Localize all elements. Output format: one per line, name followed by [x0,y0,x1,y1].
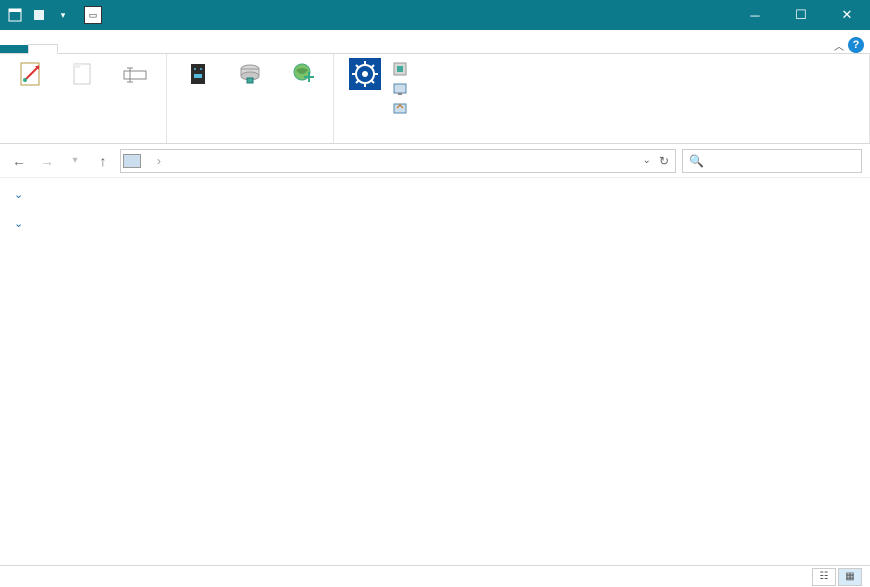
search-icon: 🔍 [689,154,704,168]
chevron-down-icon: ⌄ [14,188,23,201]
view-icons-button[interactable]: ▦ [838,568,862,586]
view-details-button[interactable]: ☷ [812,568,836,586]
uninstall-button[interactable] [392,60,412,78]
media-icon [182,58,214,90]
address-bar[interactable]: › ⌄ ↻ [120,149,676,173]
qat-dropdown-icon[interactable]: ▾ [52,4,74,26]
add-location-button[interactable] [277,56,327,94]
uninstall-icon [392,61,408,77]
group-label-system [340,139,863,141]
system-properties-button[interactable] [392,80,412,98]
tab-computer[interactable] [28,44,58,54]
group-label-network [173,139,327,141]
qat-back-icon[interactable] [4,4,26,26]
properties-icon [15,58,47,90]
drives-section-header[interactable]: ⌄ [14,217,856,230]
address-icon [123,154,141,168]
properties-button[interactable] [6,56,56,94]
refresh-icon[interactable]: ↻ [659,154,669,168]
title-bar: ▾ ▭ ─ ☐ ✕ [0,0,870,30]
settings-icon [349,58,381,90]
tab-view[interactable] [58,45,86,53]
nav-forward-button[interactable]: → [36,150,58,172]
folders-section-header[interactable]: ⌄ [14,188,856,201]
nav-recent-dropdown[interactable]: ▾ [64,150,86,172]
navigation-bar: ← → ▾ ↑ › ⌄ ↻ 🔍 [0,144,870,178]
nav-up-button[interactable]: ↑ [92,150,114,172]
tab-file[interactable] [0,45,28,53]
close-button[interactable]: ✕ [824,0,870,30]
collapse-ribbon-icon[interactable]: ︿ [834,38,844,53]
manage-button[interactable] [392,100,412,118]
ribbon [0,54,870,144]
open-settings-button[interactable] [340,56,390,94]
qat-properties-icon[interactable] [28,4,50,26]
address-dropdown-icon[interactable]: ⌄ [643,155,651,166]
sysprops-icon [392,81,408,97]
rename-icon [119,58,151,90]
content-area: ⌄ ⌄ [0,178,870,565]
minimize-button[interactable]: ─ [732,0,778,30]
add-location-icon [286,58,318,90]
status-bar: ☷ ▦ [0,565,870,587]
nav-back-button[interactable]: ← [8,150,30,172]
manage-icon [392,101,408,117]
rename-button[interactable] [110,56,160,94]
breadcrumb-chevron-icon[interactable]: › [157,154,161,168]
map-drive-icon [234,58,266,90]
media-access-button[interactable] [173,56,223,94]
help-icon[interactable]: ? [848,37,864,53]
open-button[interactable] [58,56,108,94]
search-input[interactable]: 🔍 [682,149,862,173]
map-drive-button[interactable] [225,56,275,94]
open-icon [67,58,99,90]
maximize-button[interactable]: ☐ [778,0,824,30]
window-icon: ▭ [84,6,102,24]
group-label-location [6,139,160,141]
ribbon-tabstrip: ︿ ? [0,30,870,54]
chevron-down-icon: ⌄ [14,217,23,230]
